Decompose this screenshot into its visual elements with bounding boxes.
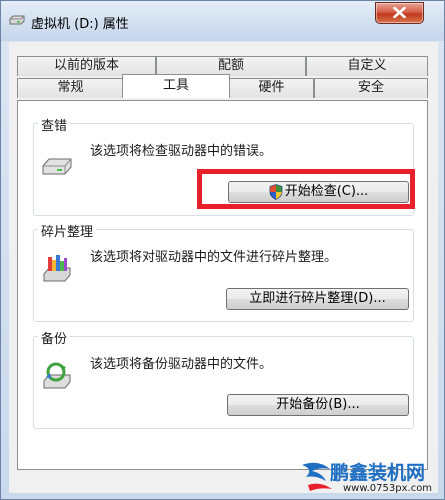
watermark-brand: 鹏鑫装机网 — [330, 462, 426, 484]
tab-customize[interactable]: 自定义 — [306, 56, 428, 76]
window-title: 虚拟机 (D:) 属性 — [31, 17, 129, 32]
tab-general[interactable]: 常规 — [17, 78, 124, 98]
error-check-title: 查错 — [38, 115, 71, 134]
tab-hardware[interactable]: 硬件 — [229, 78, 314, 98]
tab-previous-versions[interactable]: 以前的版本 — [17, 56, 156, 76]
tools-tab-panel: 查错 该选项将检查驱动器中的错误。 开始检查(C)... 碎片整理 该选项将对驱… — [17, 100, 428, 470]
drive-title-icon — [9, 15, 25, 25]
backup-description: 该选项将备份驱动器中的文件。 — [90, 357, 273, 372]
close-icon — [393, 7, 406, 18]
title-bar[interactable]: 虚拟机 (D:) 属性 — [1, 1, 444, 41]
defrag-description: 该选项将对驱动器中的文件进行碎片整理。 — [90, 250, 338, 265]
defrag-group: 碎片整理 该选项将对驱动器中的文件进行碎片整理。 立即进行碎片整理(D)... — [33, 221, 414, 322]
drive-icon — [42, 158, 72, 175]
tab-security[interactable]: 安全 — [314, 78, 428, 98]
watermark-url: www.0753px.com — [343, 483, 433, 494]
defrag-icon — [43, 255, 71, 282]
backup-icon — [43, 362, 71, 389]
backup-group: 备份 该选项将备份驱动器中的文件。 开始备份(B)... — [33, 328, 414, 429]
defrag-title: 碎片整理 — [38, 221, 97, 240]
red-highlight-box — [197, 169, 415, 209]
properties-window: 虚拟机 (D:) 属性 以前的版本 配额 自定义 常规 工具 硬件 安全 查错 … — [0, 0, 445, 500]
close-button[interactable] — [375, 2, 424, 24]
defrag-now-button[interactable]: 立即进行碎片整理(D)... — [226, 288, 409, 310]
backup-title: 备份 — [38, 328, 71, 347]
start-backup-button[interactable]: 开始备份(B)... — [227, 394, 409, 416]
tab-tools[interactable]: 工具 — [122, 74, 230, 98]
tab-quota[interactable]: 配额 — [156, 56, 306, 76]
error-check-description: 该选项将检查驱动器中的错误。 — [90, 144, 273, 159]
